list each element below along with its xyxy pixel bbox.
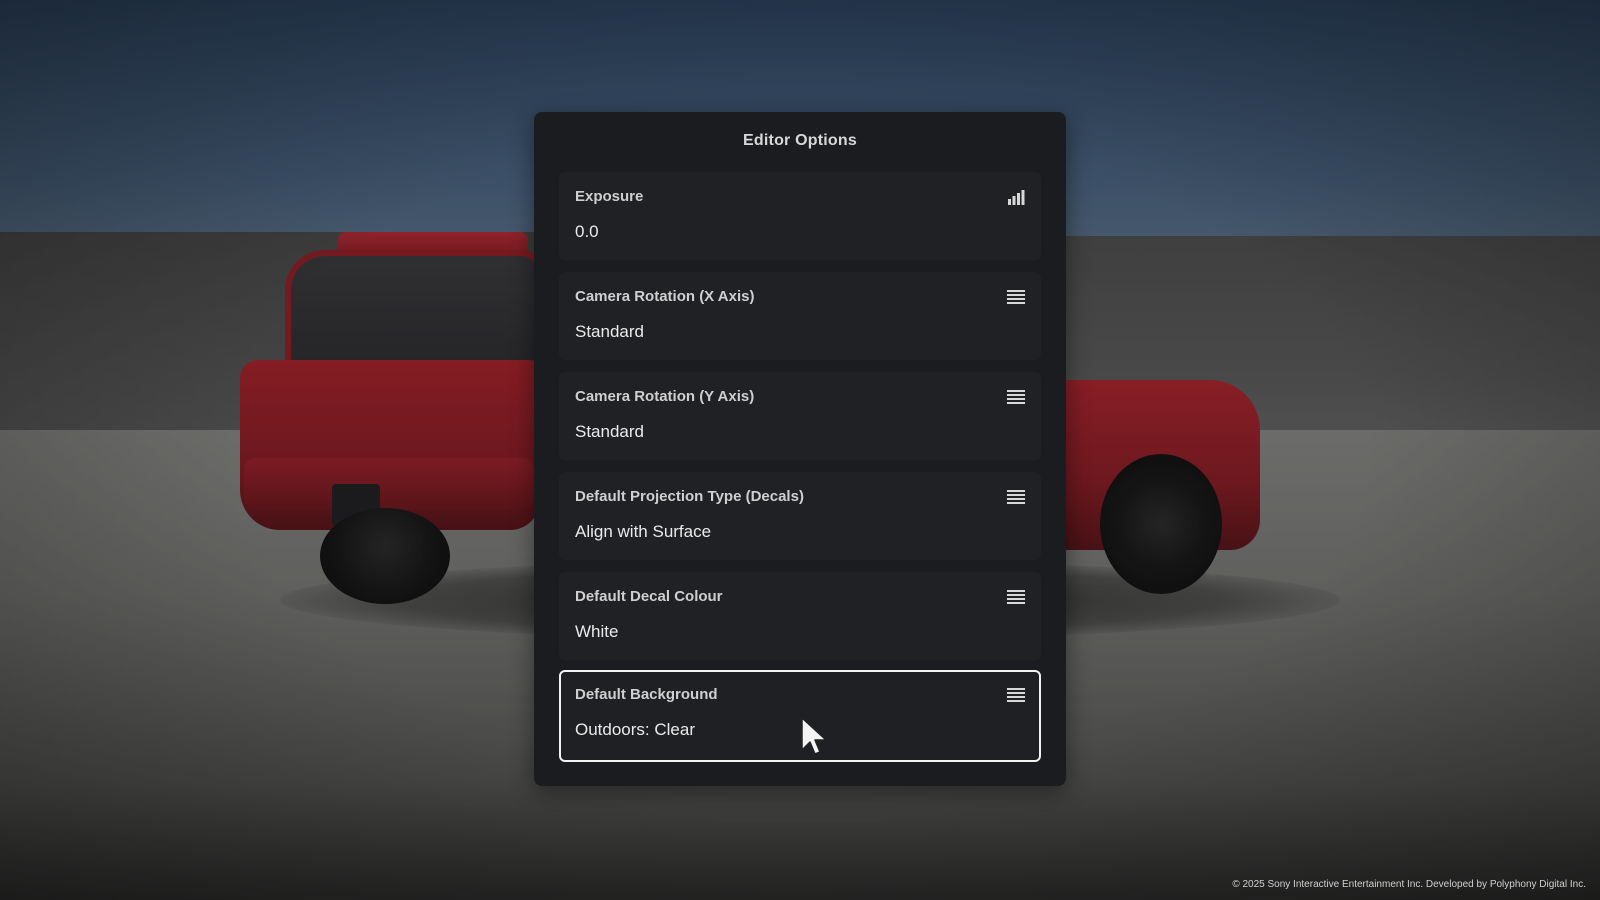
option-label: Camera Rotation (X Axis) xyxy=(575,288,755,305)
editor-options-panel: Editor Options Exposure 0.0 Camera Rotat… xyxy=(534,112,1066,786)
option-value: Outdoors: Clear xyxy=(575,720,695,739)
option-camera-rotation-x[interactable]: Camera Rotation (X Axis) Standard xyxy=(559,272,1041,360)
list-icon xyxy=(1007,290,1025,304)
option-value: 0.0 xyxy=(575,222,599,241)
list-icon xyxy=(1007,390,1025,404)
option-label: Default Projection Type (Decals) xyxy=(575,488,804,505)
option-camera-rotation-y[interactable]: Camera Rotation (Y Axis) Standard xyxy=(559,372,1041,460)
list-icon xyxy=(1007,490,1025,504)
level-bars-icon xyxy=(1008,190,1025,205)
option-label: Exposure xyxy=(575,188,644,205)
option-default-projection-type[interactable]: Default Projection Type (Decals) Align w… xyxy=(559,472,1041,560)
option-value: Align with Surface xyxy=(575,522,712,541)
option-label: Camera Rotation (Y Axis) xyxy=(575,388,755,405)
option-label: Default Background xyxy=(575,686,718,703)
list-icon xyxy=(1007,590,1025,604)
option-value: Standard xyxy=(575,322,644,341)
list-icon xyxy=(1007,688,1025,702)
pointer-cursor-icon xyxy=(801,717,827,755)
option-value: White xyxy=(575,622,619,641)
option-label: Default Decal Colour xyxy=(575,588,723,605)
copyright-text: © 2025 Sony Interactive Entertainment In… xyxy=(1232,879,1586,890)
option-default-decal-colour[interactable]: Default Decal Colour White xyxy=(559,572,1041,660)
option-exposure[interactable]: Exposure 0.0 xyxy=(559,172,1041,260)
option-value: Standard xyxy=(575,422,644,441)
panel-title: Editor Options xyxy=(743,132,857,149)
